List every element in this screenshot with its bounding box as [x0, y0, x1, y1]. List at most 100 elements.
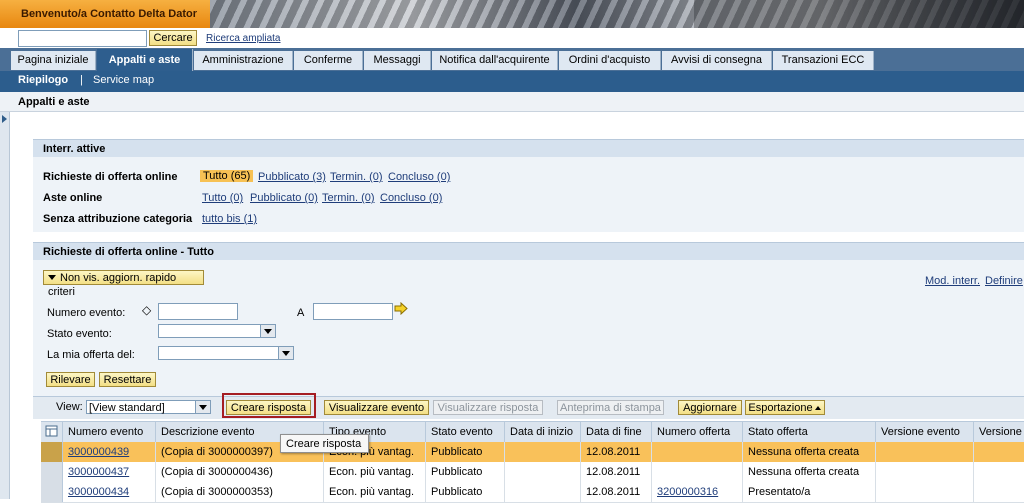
toggle-criteria-button[interactable]: Non vis. aggiorn. rapido criteri: [43, 270, 204, 298]
event-description: (Copia di 3000000436): [156, 462, 324, 482]
my-offer-select[interactable]: [158, 346, 294, 360]
query-link-rfo-termin[interactable]: Termin. (0): [330, 171, 383, 183]
tooltip: Creare risposta: [280, 434, 369, 453]
query-link-tutto-bis[interactable]: tutto bis (1): [202, 213, 257, 225]
tab-ordini-acquisto[interactable]: Ordini d'acquisto: [559, 51, 661, 70]
tab-notifica-acquirente[interactable]: Notifica dall'acquirente: [432, 51, 558, 70]
query-link-aste-concluso[interactable]: Concluso (0): [380, 192, 442, 204]
query-row-label: Richieste di offerta online: [43, 171, 178, 183]
highlight-annotation: [222, 393, 316, 418]
event-version: [876, 442, 974, 462]
export-button[interactable]: Esportazione: [745, 400, 825, 415]
col-data-inizio[interactable]: Data di inizio: [505, 422, 581, 442]
modify-query-link[interactable]: Mod. interr.: [925, 275, 980, 287]
tab-pagina-iniziale[interactable]: Pagina iniziale: [11, 51, 96, 70]
col-stato-offerta[interactable]: Stato offerta: [743, 422, 876, 442]
active-queries-header: Interr. attive: [33, 139, 1024, 157]
query-link-aste-termin[interactable]: Termin. (0): [322, 192, 375, 204]
event-status-select[interactable]: [158, 324, 276, 338]
version: [974, 442, 1024, 462]
row-selector[interactable]: [41, 462, 63, 482]
view-select[interactable]: [View standard]: [86, 400, 211, 414]
row-selector[interactable]: [41, 442, 63, 462]
col-numero-offerta[interactable]: Numero offerta: [652, 422, 743, 442]
expand-arrow-icon[interactable]: [2, 115, 7, 123]
tab-appalti-e-aste[interactable]: Appalti e aste: [97, 49, 193, 71]
subnav-riepilogo[interactable]: Riepilogo: [18, 71, 68, 89]
query-row-label: Aste online: [43, 192, 103, 204]
view-response-button[interactable]: Visualizzare risposta: [433, 400, 543, 415]
query-link-rfo-concluso[interactable]: Concluso (0): [388, 171, 450, 183]
event-status: Pubblicato: [426, 482, 505, 502]
subnav-separator: |: [80, 74, 83, 86]
start-date: [505, 462, 581, 482]
end-date: 12.08.2011: [581, 442, 652, 462]
tab-amministrazione[interactable]: Amministrazione: [194, 51, 293, 70]
arrow-right-icon[interactable]: [394, 302, 408, 315]
advanced-search-link[interactable]: Ricerca ampliata: [206, 33, 280, 44]
tab-transazioni-ecc[interactable]: Transazioni ECC: [773, 51, 874, 70]
chevron-down-icon[interactable]: [260, 325, 275, 337]
welcome-text: Benvenuto/a Contatto Delta Dator: [0, 0, 210, 28]
subnav-service-map[interactable]: Service map: [93, 71, 154, 89]
version: [974, 482, 1024, 502]
triangle-down-icon: [48, 275, 56, 280]
rilevare-button[interactable]: Rilevare: [46, 372, 95, 387]
col-data-fine[interactable]: Data di fine: [581, 422, 652, 442]
navigation-collapse-strip[interactable]: [0, 112, 10, 499]
search-button[interactable]: Cercare: [149, 30, 197, 46]
header-banner-image: [210, 0, 1024, 28]
refresh-button[interactable]: Aggiornare: [678, 400, 742, 415]
event-version: [876, 462, 974, 482]
col-numero-evento[interactable]: Numero evento: [63, 422, 156, 442]
export-label: Esportazione: [748, 402, 813, 414]
col-versione-evento[interactable]: Versione evento: [876, 422, 974, 442]
view-select-value: [View standard]: [89, 402, 165, 414]
event-number-to-input[interactable]: [313, 303, 393, 320]
start-date: [505, 482, 581, 502]
triangle-up-icon: [815, 406, 821, 410]
event-number-from-input[interactable]: [158, 303, 238, 320]
offer-status: Nessuna offerta creata: [743, 442, 876, 462]
chevron-down-icon[interactable]: [195, 401, 210, 413]
view-label: View:: [56, 401, 83, 413]
event-number-link[interactable]: 3000000439: [68, 446, 129, 458]
define-link[interactable]: Definire: [985, 275, 1023, 287]
event-number-link[interactable]: 3000000434: [68, 486, 129, 498]
app-header: Benvenuto/a Contatto Delta Dator: [0, 0, 1024, 28]
query-link-rfo-tutto[interactable]: Tutto (65): [200, 170, 254, 182]
table-row[interactable]: 3000000439 (Copia di 3000000397) Econ. p…: [41, 442, 1024, 463]
print-preview-button[interactable]: Anteprima di stampa: [557, 400, 664, 415]
event-number-link[interactable]: 3000000437: [68, 466, 129, 478]
chevron-down-icon[interactable]: [278, 347, 293, 359]
page-title: Appalti e aste: [0, 92, 1024, 112]
tab-messaggi[interactable]: Messaggi: [364, 51, 431, 70]
resettare-button[interactable]: Resettare: [99, 372, 156, 387]
event-number-label: Numero evento:: [47, 307, 126, 319]
table-header: Numero evento Descrizione evento Tipo ev…: [41, 421, 1024, 443]
query-row-label: Senza attribuzione categoria: [43, 213, 193, 225]
query-link-rfo-pubblicato[interactable]: Pubblicato (3): [258, 171, 326, 183]
table-row[interactable]: 3000000437 (Copia di 3000000436) Econ. p…: [41, 462, 1024, 483]
row-selector[interactable]: [41, 482, 63, 502]
results-header: Richieste di offerta online - Tutto: [33, 242, 1024, 260]
view-event-button[interactable]: Visualizzare evento: [324, 400, 429, 415]
table-settings-icon[interactable]: [41, 422, 63, 442]
version: [974, 462, 1024, 482]
col-stato-evento[interactable]: Stato evento: [426, 422, 505, 442]
event-status: Pubblicato: [426, 462, 505, 482]
table-row[interactable]: 3000000434 (Copia di 3000000353) Econ. p…: [41, 482, 1024, 503]
start-date: [505, 442, 581, 462]
range-to-label: A: [297, 307, 305, 319]
tab-avvisi-consegna[interactable]: Avvisi di consegna: [662, 51, 772, 70]
event-type: Econ. più vantag.: [324, 462, 426, 482]
tab-conferme[interactable]: Conferme: [294, 51, 363, 70]
offer-status: Presentato/a: [743, 482, 876, 502]
query-link-aste-pubblicato[interactable]: Pubblicato (0): [250, 192, 318, 204]
event-description: (Copia di 3000000353): [156, 482, 324, 502]
offer-number-link[interactable]: 3200000316: [657, 486, 718, 498]
col-versione[interactable]: Versione: [974, 422, 1024, 442]
search-input[interactable]: [18, 30, 147, 47]
end-date: 12.08.2011: [581, 462, 652, 482]
query-link-aste-tutto[interactable]: Tutto (0): [202, 192, 243, 204]
